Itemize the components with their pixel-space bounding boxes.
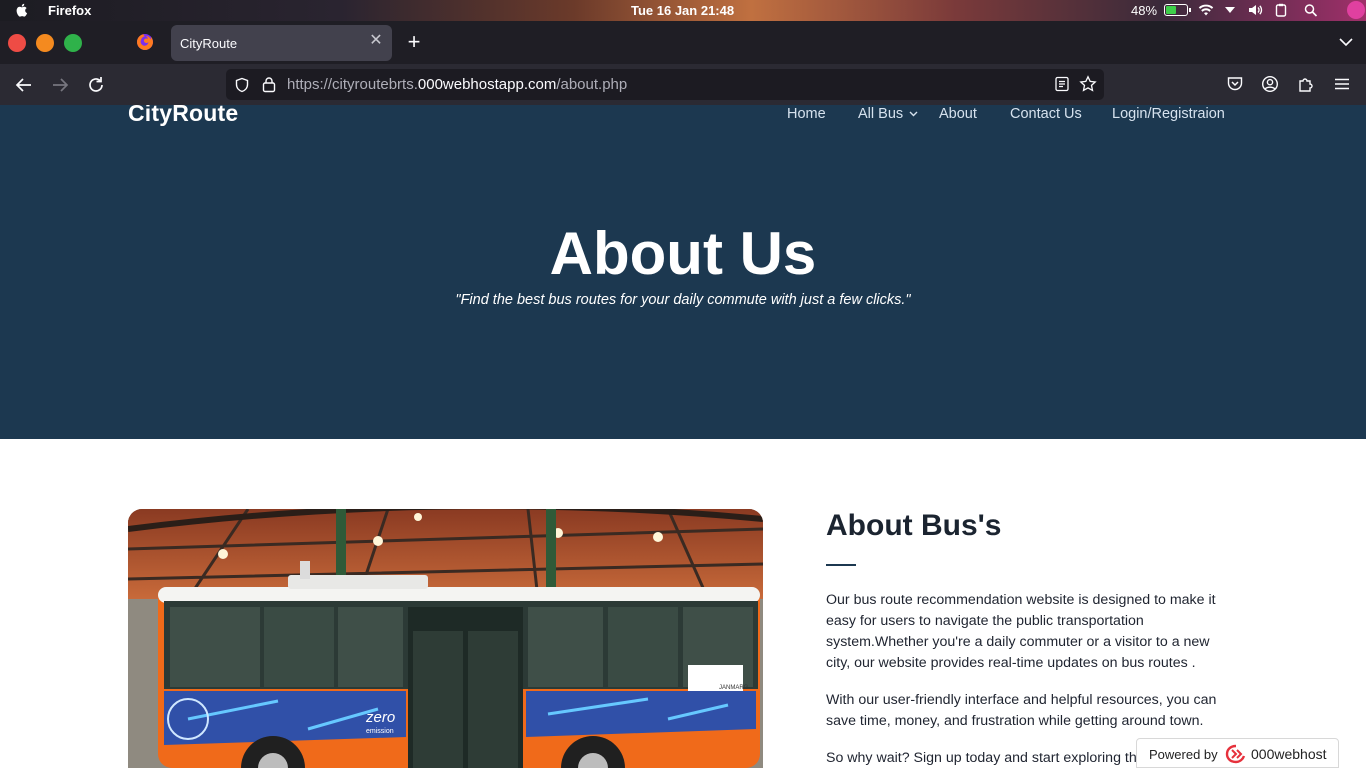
nav-link-contact[interactable]: Contact Us: [1010, 106, 1082, 122]
lock-icon[interactable]: [261, 76, 277, 93]
browser-tab-strip: CityRoute ✕ +: [0, 21, 1366, 64]
user-avatar[interactable]: [1347, 1, 1365, 19]
emission-decal: emission: [366, 728, 394, 735]
volume-icon[interactable]: [1247, 3, 1263, 17]
clipboard-icon[interactable]: [1273, 3, 1289, 17]
url-text[interactable]: https://cityroutebrts.000webhostapp.com/…: [287, 76, 627, 93]
account-icon[interactable]: [1261, 75, 1279, 93]
powered-by-label: Powered by: [1149, 747, 1218, 762]
nav-link-login[interactable]: Login/Registraion: [1112, 106, 1225, 122]
nav-link-all-bus[interactable]: All Bus: [858, 106, 903, 122]
os-menu-bar: Firefox Tue 16 Jan 21:48 48%: [0, 0, 1366, 21]
active-app-name[interactable]: Firefox: [48, 3, 91, 18]
apple-icon[interactable]: [14, 2, 30, 18]
tab-cityroute[interactable]: CityRoute ✕: [171, 25, 392, 61]
about-paragraph-1: Our bus route recommendation website is …: [826, 592, 1216, 671]
heading-divider: [826, 564, 856, 566]
bookmark-star-icon[interactable]: [1079, 75, 1097, 93]
web-page: CityRoute Home All Bus About Contact Us …: [0, 105, 1366, 768]
network-menu-icon[interactable]: [1222, 3, 1238, 17]
about-paragraph-2: With our user-friendly interface and hel…: [826, 692, 1217, 729]
reload-icon[interactable]: [85, 74, 107, 96]
minimize-window-button[interactable]: [36, 34, 54, 52]
janmarg-decal: JANMARG: [719, 685, 749, 691]
dropdown-chevron-icon[interactable]: [909, 111, 918, 117]
new-tab-button[interactable]: +: [403, 31, 425, 54]
bus-illustration: zero emission JANMARG: [128, 509, 763, 768]
wifi-icon[interactable]: [1198, 3, 1214, 17]
extensions-puzzle-icon[interactable]: [1297, 75, 1315, 93]
tab-list-chevron-icon[interactable]: [1338, 35, 1354, 49]
nav-link-home[interactable]: Home: [787, 106, 826, 122]
system-clock[interactable]: Tue 16 Jan 21:48: [631, 3, 734, 18]
maximize-window-button[interactable]: [64, 34, 82, 52]
host-brand-name: 000webhost: [1251, 746, 1327, 762]
000webhost-logo-icon: [1225, 744, 1246, 764]
close-window-button[interactable]: [8, 34, 26, 52]
battery-icon[interactable]: [1164, 4, 1191, 16]
url-prefix: https://cityroutebrts.: [287, 76, 418, 93]
tracking-protection-shield-icon[interactable]: [234, 77, 250, 93]
battery-percentage: 48%: [1131, 3, 1158, 18]
url-domain: 000webhostapp.com: [417, 76, 557, 93]
zero-emission-decal: zero: [365, 709, 395, 726]
back-arrow-icon[interactable]: [13, 74, 35, 96]
forward-arrow-icon[interactable]: [49, 74, 71, 96]
hero-section: CityRoute Home All Bus About Contact Us …: [0, 105, 1366, 439]
hamburger-menu-icon[interactable]: [1333, 75, 1351, 93]
section-heading: About Bus's: [826, 509, 1002, 542]
site-brand-logo[interactable]: CityRoute: [128, 105, 238, 127]
reader-view-icon[interactable]: [1054, 76, 1070, 92]
hero-tagline: "Find the best bus routes for your daily…: [455, 292, 911, 308]
tab-title: CityRoute: [180, 36, 238, 51]
search-icon[interactable]: [1303, 3, 1319, 17]
browser-navigation-bar: https://cityroutebrts.000webhostapp.com/…: [0, 64, 1366, 105]
bus-photo: zero emission JANMARG: [128, 509, 763, 768]
pocket-icon[interactable]: [1226, 75, 1244, 93]
powered-by-badge[interactable]: Powered by 000webhost: [1136, 738, 1339, 768]
address-bar[interactable]: https://cityroutebrts.000webhostapp.com/…: [226, 69, 1104, 100]
nav-link-about[interactable]: About: [939, 106, 977, 122]
url-path: /about.php: [556, 76, 628, 93]
firefox-logo-icon[interactable]: [136, 33, 154, 51]
page-title: About Us: [549, 220, 817, 287]
tab-close-icon[interactable]: ✕: [368, 33, 384, 49]
